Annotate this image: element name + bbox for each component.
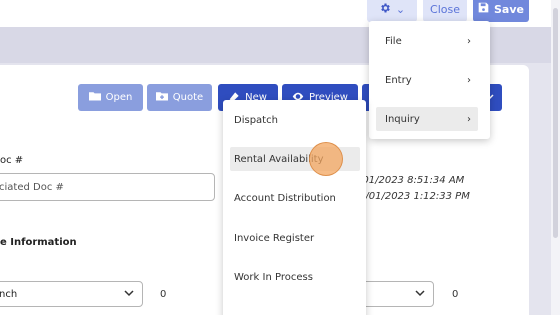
- page-scrollbar[interactable]: [551, 0, 560, 315]
- section-title-information: e Information: [0, 237, 77, 248]
- menu-item-file[interactable]: File ›: [376, 29, 478, 53]
- chevron-right-icon: ›: [467, 74, 471, 86]
- chevron-down-icon: ⌄: [395, 2, 406, 16]
- folder-icon: [88, 91, 101, 104]
- chevron-down-icon: [124, 287, 134, 300]
- settings-menu-button[interactable]: ⌄: [367, 0, 417, 22]
- chevron-right-icon: ›: [467, 35, 471, 47]
- open-button[interactable]: Open: [78, 84, 143, 111]
- save-button-label: Save: [494, 2, 524, 16]
- menu-item-inquiry[interactable]: Inquiry ›: [376, 107, 478, 131]
- scrollbar-thumb[interactable]: [553, 8, 558, 238]
- menu-item-label: Inquiry: [385, 113, 420, 125]
- branch-select[interactable]: nch: [0, 281, 143, 307]
- submenu-item-label: Account Distribution: [234, 192, 336, 204]
- inquiry-submenu: Dispatch Rental Availability Account Dis…: [223, 100, 366, 315]
- menu-item-label: Entry: [385, 74, 412, 86]
- submenu-item-dispatch[interactable]: Dispatch: [230, 108, 360, 132]
- associated-doc-placeholder: ciated Doc #: [0, 181, 64, 193]
- count-value-left: 0: [160, 289, 167, 300]
- submenu-item-label: Work In Process: [234, 271, 313, 283]
- associated-doc-input[interactable]: ciated Doc #: [0, 173, 215, 201]
- save-icon: [478, 2, 489, 16]
- gear-icon: [379, 2, 391, 17]
- open-button-label: Open: [105, 92, 133, 103]
- save-button[interactable]: Save: [473, 0, 529, 22]
- quote-button[interactable]: Quote: [147, 84, 212, 111]
- associated-doc-label: oc #: [0, 155, 24, 166]
- quote-button-label: Quote: [172, 92, 204, 103]
- submenu-item-account-distribution[interactable]: Account Distribution: [230, 186, 360, 210]
- submenu-item-label: Dispatch: [234, 114, 278, 126]
- count-value-right: 0: [452, 289, 459, 300]
- date-created: /01/2023 8:51:34 AM: [359, 175, 465, 186]
- close-button[interactable]: Close: [423, 0, 467, 22]
- settings-dropdown-menu: File › Entry › Inquiry ›: [369, 21, 490, 139]
- menu-item-label: File: [385, 35, 402, 47]
- click-indicator: [309, 142, 343, 176]
- submenu-item-label: Invoice Register: [234, 232, 315, 244]
- close-button-label: Close: [430, 2, 460, 16]
- secondary-select[interactable]: [360, 281, 434, 307]
- date-modified: 6/01/2023 1:12:33 PM: [359, 191, 470, 202]
- menu-item-entry[interactable]: Entry ›: [376, 68, 478, 92]
- chevron-down-icon: [415, 287, 425, 300]
- branch-select-value: nch: [0, 288, 18, 300]
- chevron-right-icon: ›: [467, 113, 471, 125]
- submenu-item-invoice-register[interactable]: Invoice Register: [230, 226, 360, 250]
- submenu-item-work-in-process[interactable]: Work In Process: [230, 265, 360, 289]
- folder-plus-icon: [155, 91, 168, 104]
